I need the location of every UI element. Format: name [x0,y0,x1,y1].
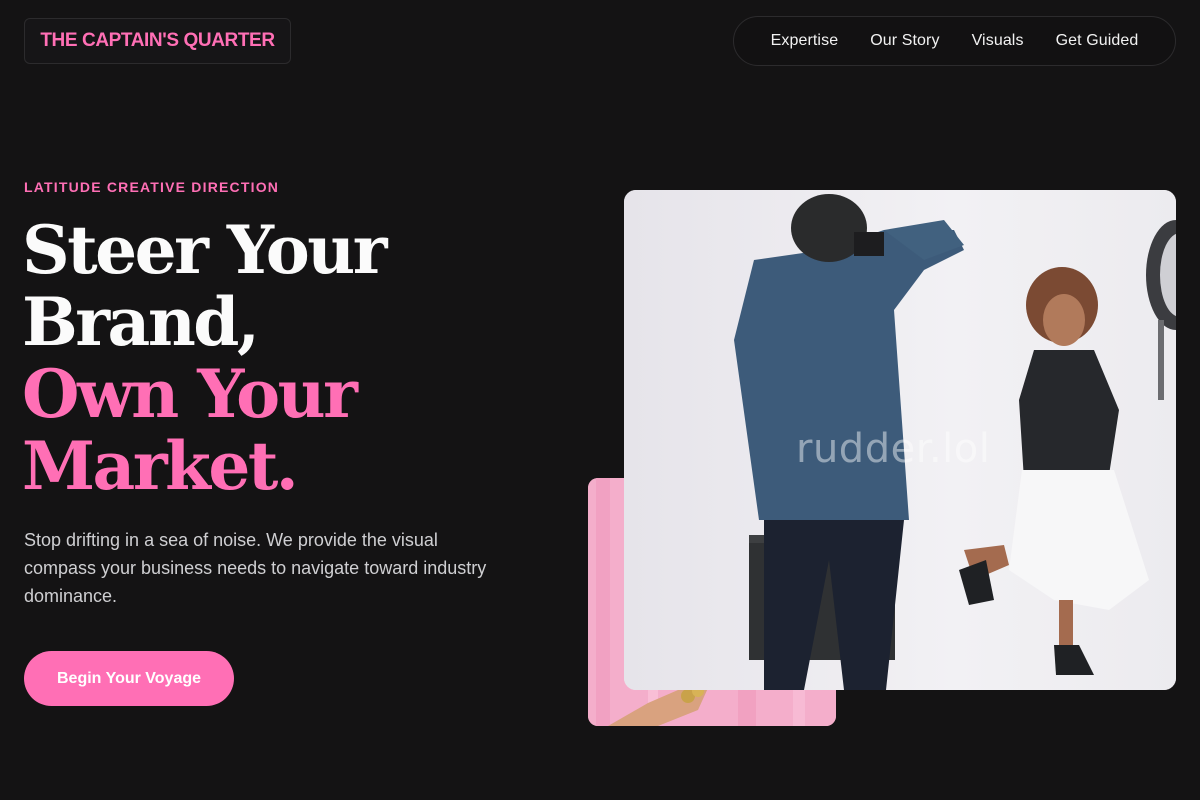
headline-line-2: Brand, [22,283,260,361]
headline-line-4: Market. [22,427,299,505]
hero-headline: Steer Your Brand, Own Your Market. [22,211,388,505]
hero-eyebrow: LATITUDE CREATIVE DIRECTION [24,179,280,195]
brand-logo[interactable]: THE CAPTAIN'S QUARTER [24,18,291,64]
hero-description: Stop drifting in a sea of noise. We prov… [24,530,487,606]
headline-line-3: Own Your [22,355,358,433]
begin-voyage-button[interactable]: Begin Your Voyage [24,651,234,706]
main-nav: Expertise Our Story Visuals Get Guided [733,16,1176,66]
page: THE CAPTAIN'S QUARTER Expertise Our Stor… [0,0,1200,800]
nav-link-our-story[interactable]: Our Story [870,32,939,50]
headline-line-1: Steer Your [22,211,388,289]
nav-link-visuals[interactable]: Visuals [972,32,1024,50]
watermark-text: rudder.lol [796,426,991,472]
nav-link-get-guided[interactable]: Get Guided [1056,32,1139,50]
nav-link-expertise[interactable]: Expertise [771,32,839,50]
